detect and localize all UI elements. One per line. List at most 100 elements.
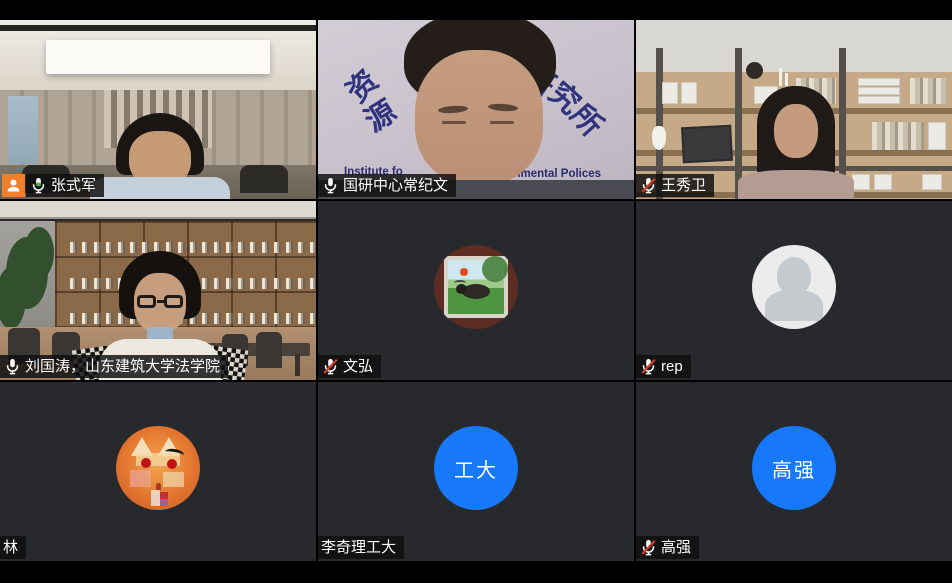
mic-muted-icon: [322, 358, 339, 375]
home-bookshelf-video: [636, 20, 952, 199]
painting-shape: [130, 470, 151, 487]
label-row: 王秀卫: [636, 174, 714, 197]
landscape-painting: [448, 260, 504, 314]
avatar-initials-text: 工大: [454, 454, 498, 483]
label-row: 林: [0, 536, 26, 559]
meeting-grid: 张式军 资 源 研 究 所 Institute fo ronmental Pol…: [0, 0, 952, 583]
painting-shape: [160, 492, 168, 499]
klee-painting-avatar: [116, 426, 200, 510]
mic-active-icon: [30, 177, 47, 194]
participant-tile-liuguotao[interactable]: 刘国涛，山东建筑大学法学院: [0, 201, 316, 380]
label-row: 张式军: [2, 174, 104, 197]
plant: [24, 227, 54, 279]
drawer-box: [858, 96, 900, 104]
name-label: 刘国涛，山东建筑大学法学院: [0, 355, 228, 378]
mic-on-icon: [322, 177, 339, 194]
person-face: [774, 104, 818, 158]
participant-tile-gaoqiang[interactable]: 高强 高强: [636, 382, 952, 561]
ceiling-screen-strip: [0, 25, 316, 31]
name-label: 李奇理工大: [318, 536, 404, 559]
sun: [460, 268, 468, 276]
participant-tile-changjiwen[interactable]: 资 源 研 究 所 Institute fo ronmental Polices: [318, 20, 634, 199]
name-label: 国研中心常纪文: [318, 174, 456, 197]
drawer-box: [858, 87, 900, 95]
chair: [240, 165, 288, 193]
name-label: 高强: [636, 536, 699, 559]
books: [910, 78, 946, 104]
painting-shape: [151, 490, 160, 506]
conference-room-video: [0, 20, 316, 199]
mic-on-icon: [4, 358, 21, 375]
person-icon: [6, 178, 21, 193]
clock: [746, 62, 763, 79]
initials-avatar: 高强: [752, 426, 836, 510]
participant-name: 张式军: [51, 178, 96, 193]
storage-box: [922, 174, 942, 190]
initials-avatar: 工大: [434, 426, 518, 510]
eye: [442, 121, 466, 124]
table-leg: [295, 354, 300, 376]
painting-shape: [160, 499, 168, 506]
storage-box: [852, 174, 870, 190]
candle: [779, 68, 782, 86]
label-row: 李奇理工大: [318, 536, 404, 559]
silhouette-body: [765, 289, 823, 321]
participant-name: rep: [661, 359, 683, 374]
name-label: 文弘: [318, 355, 381, 378]
participant-tile-liqiligongda[interactable]: 工大 李奇理工大: [318, 382, 634, 561]
willow-tree: [482, 256, 508, 282]
glasses-right-lens: [164, 295, 183, 308]
candle: [785, 73, 788, 86]
drawer-box: [858, 78, 900, 86]
picture-frame: [444, 256, 508, 318]
participant-name: 林: [3, 540, 18, 555]
avatar-initials-text: 高强: [772, 454, 816, 483]
participant-badge: [2, 174, 25, 197]
library-video: [0, 201, 316, 380]
participant-name: 国研中心常纪文: [343, 178, 448, 193]
person-sweater: [738, 170, 854, 199]
participant-tile-lin[interactable]: 林: [0, 382, 316, 561]
institute-office-video: 资 源 研 究 所 Institute fo ronmental Polices: [318, 20, 634, 199]
buffalo-head: [456, 284, 467, 294]
label-row: 国研中心常纪文: [318, 174, 456, 197]
mic-muted-icon: [640, 177, 657, 194]
storage-box: [681, 82, 697, 104]
label-row: rep: [636, 355, 691, 378]
painting-eye: [167, 459, 177, 469]
buffalo-painting-avatar: [434, 245, 518, 329]
label-row: 高强: [636, 536, 699, 559]
wall: [636, 20, 952, 72]
glasses-bridge: [157, 300, 164, 303]
participant-tile-wangxiuwei[interactable]: 王秀卫: [636, 20, 952, 199]
name-label: 张式军: [26, 174, 104, 197]
painting-eye: [141, 458, 151, 468]
ceiling: [0, 201, 316, 219]
participant-name: 王秀卫: [661, 178, 706, 193]
label-row: 文弘: [318, 355, 381, 378]
eye: [490, 121, 514, 124]
default-avatar: [752, 245, 836, 329]
vase: [652, 126, 666, 150]
participant-name: 高强: [661, 540, 691, 555]
participant-name: 李奇理工大: [321, 540, 396, 555]
participant-tile-zhangshijun[interactable]: 张式军: [0, 20, 316, 199]
participant-tile-wenhong[interactable]: 文弘: [318, 201, 634, 380]
name-label: 王秀卫: [636, 174, 714, 197]
storage-box: [874, 174, 892, 190]
painting-shape: [163, 472, 184, 487]
participant-name: 文弘: [343, 359, 373, 374]
participant-tile-rep[interactable]: rep: [636, 201, 952, 380]
ceiling-light-panel: [46, 40, 270, 74]
glasses-left-lens: [137, 295, 156, 308]
name-label: 林: [0, 536, 26, 559]
chair: [256, 332, 282, 368]
storage-box: [928, 122, 946, 150]
storage-box: [662, 82, 678, 104]
books: [872, 122, 924, 150]
book-row: [70, 242, 316, 253]
mic-muted-icon: [640, 539, 657, 556]
monitor: [681, 125, 733, 164]
name-label: rep: [636, 355, 691, 378]
person-shirt: [90, 177, 230, 199]
